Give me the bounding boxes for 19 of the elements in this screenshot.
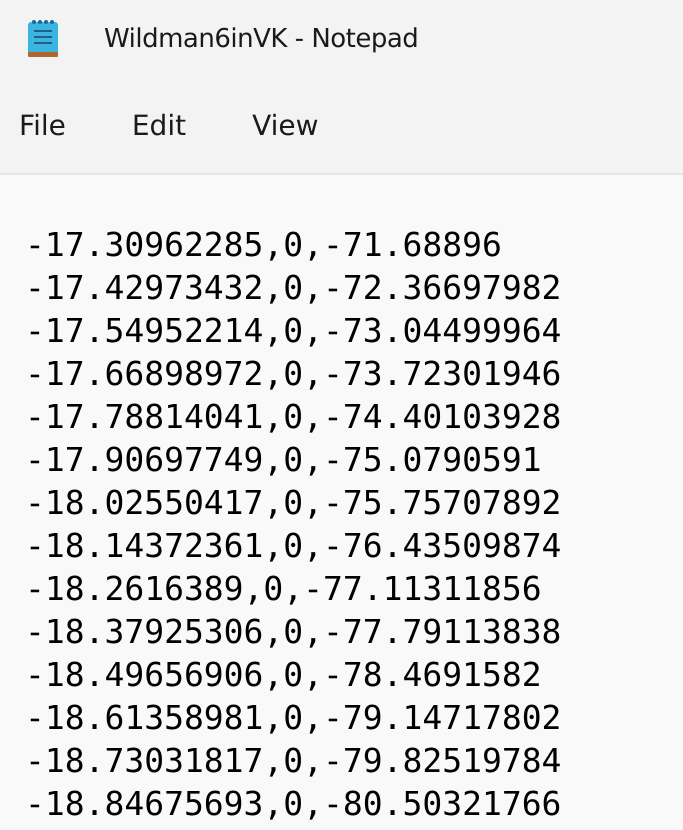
text-line: -17.54952214,0,-73.04499964: [25, 310, 562, 352]
text-line: -17.90697749,0,-75.0790591: [25, 439, 542, 481]
text-line: -17.66898972,0,-73.72301946: [25, 353, 562, 395]
text-line: -18.61358981,0,-79.14717802: [25, 697, 562, 739]
text-line: -17.42973432,0,-72.36697982: [25, 267, 562, 309]
text-line: -18.2616389,0,-77.11311856: [25, 568, 542, 610]
text-line: -18.73031817,0,-79.82519784: [25, 740, 562, 782]
text-line: -17.30962285,0,-71.68896: [25, 224, 502, 266]
notepad-icon: [27, 19, 59, 59]
menu-item[interactable]: Edit: [116, 100, 202, 150]
menu-item[interactable]: File: [4, 100, 81, 150]
window-title: Wildman6inVK - Notepad: [104, 22, 418, 56]
text-line: -17.78814041,0,-74.40103928: [25, 396, 562, 438]
text-line: -18.02550417,0,-75.75707892: [25, 482, 562, 524]
menu-item[interactable]: View: [237, 100, 334, 150]
text-line: -18.37925306,0,-77.79113838: [25, 611, 562, 653]
text-line: -18.14372361,0,-76.43509874: [25, 525, 562, 567]
text-line: -18.84675693,0,-80.50321766: [25, 783, 562, 825]
text-line: -18.49656906,0,-78.4691582: [25, 654, 542, 696]
